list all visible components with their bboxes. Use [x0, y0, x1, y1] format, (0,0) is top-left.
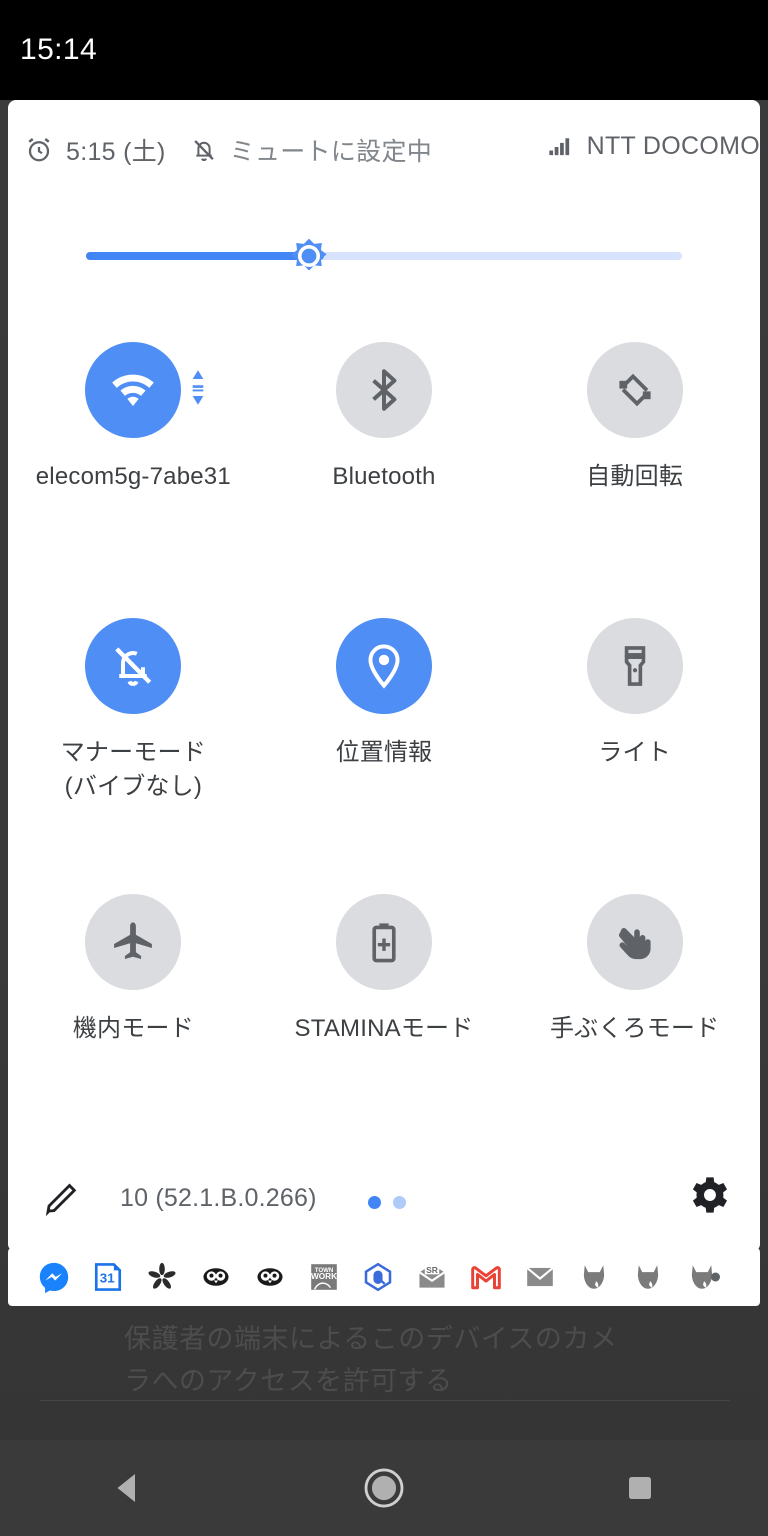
gmail-icon[interactable]	[468, 1259, 504, 1295]
overflow-dot-icon[interactable]	[711, 1272, 720, 1282]
tile-flashlight[interactable]: ライト	[509, 600, 760, 876]
svg-text:WORK: WORK	[311, 1272, 337, 1281]
tile-row: 機内モード STAMINAモード 手ぶくろモード	[8, 876, 760, 1152]
tile-airplane-mode[interactable]: 機内モード	[8, 876, 259, 1152]
penguin-icon[interactable]	[198, 1259, 234, 1295]
tile-row: マナーモード (バイブなし) 位置情報 ライト	[8, 600, 760, 876]
bell-slash-icon	[190, 136, 218, 164]
bluetooth-icon	[372, 369, 397, 411]
battery-plus-icon	[372, 923, 396, 963]
airplane-icon	[114, 922, 153, 959]
page-indicator-dots	[368, 1196, 406, 1209]
brightness-row	[8, 200, 760, 320]
recents-square-icon[interactable]	[580, 1440, 700, 1536]
tile-circle[interactable]	[85, 342, 204, 438]
tile-label: 機内モード	[72, 1015, 194, 1042]
bell-slash-icon	[115, 647, 152, 686]
cat-icon[interactable]	[576, 1259, 612, 1295]
carrier-label: NTT DOCOMO	[586, 132, 760, 160]
quick-settings-panel: 5:15 (土) ミュートに設定中 NTT DOCOMO elecom5g-7a…	[8, 100, 760, 1252]
cat-icon[interactable]	[630, 1259, 666, 1295]
tile-label: 位置情報	[335, 739, 433, 766]
quick-settings-tile-grid: elecom5g-7abe31 Bluetooth 自動回転 マナーモード (バ…	[8, 324, 760, 1144]
pinwheel-icon[interactable]	[144, 1259, 180, 1295]
tile-row: elecom5g-7abe31 Bluetooth 自動回転	[8, 324, 760, 600]
tray-icon-list: 31 TOWN WORK SR	[8, 1259, 720, 1295]
tile-location[interactable]: 位置情報	[259, 600, 510, 876]
backdrop-permission-text: 保護者の端末によるこのデバイスのカメラへのアクセスを許可する	[124, 1324, 618, 1396]
location-pin-icon	[368, 644, 400, 689]
pencil-edit-icon[interactable]	[42, 1178, 82, 1223]
auto-rotate-icon	[619, 373, 651, 407]
tile-circle[interactable]	[85, 894, 182, 990]
quick-settings-header: 5:15 (土) ミュートに設定中 NTT DOCOMO	[8, 100, 760, 200]
back-triangle-icon[interactable]	[68, 1440, 188, 1536]
tile-label: elecom5g-7abe31	[35, 463, 231, 490]
notification-icon-tray[interactable]: 31 TOWN WORK SR	[8, 1248, 760, 1306]
tile-label: Bluetooth	[332, 463, 436, 490]
svg-text:SR: SR	[426, 1265, 438, 1275]
messenger-icon[interactable]	[36, 1259, 72, 1295]
flashlight-icon	[624, 646, 645, 686]
build-version-label: 10 (52.1.B.0.266)	[120, 1184, 317, 1212]
ringer-status-label: ミュートに設定中	[229, 138, 433, 166]
tile-circle[interactable]	[335, 894, 432, 990]
tile-auto-rotate[interactable]: 自動回転	[509, 324, 760, 600]
wifi-icon	[112, 374, 155, 407]
tile-label: STAMINAモード	[294, 1015, 474, 1042]
gear-icon[interactable]	[686, 1172, 732, 1223]
tile-circle[interactable]	[335, 618, 432, 714]
tile-circle[interactable]	[586, 894, 683, 990]
status-bar-clock: 15:14	[20, 33, 98, 66]
brightness-sun-icon[interactable]	[282, 229, 336, 283]
home-circle-icon[interactable]	[324, 1440, 444, 1536]
envelope-icon[interactable]	[522, 1259, 558, 1295]
svg-text:31: 31	[100, 1271, 115, 1286]
tile-circle[interactable]	[586, 342, 683, 438]
tile-wifi[interactable]: elecom5g-7abe31	[8, 324, 259, 600]
tile-circle[interactable]	[85, 618, 182, 714]
tile-label: マナーモード (バイブなし)	[60, 739, 206, 800]
wifi-expand-chevron-icon[interactable]	[187, 366, 209, 415]
tile-label: 手ぶくろモード	[549, 1015, 720, 1042]
open-mail-icon[interactable]: SR	[414, 1259, 450, 1295]
page-dot-inactive[interactable]	[393, 1196, 406, 1209]
tile-silent-mode[interactable]: マナーモード (バイブなし)	[8, 600, 259, 876]
penguin-icon[interactable]	[252, 1259, 288, 1295]
brightness-slider[interactable]	[86, 252, 682, 260]
tile-label: ライト	[598, 739, 671, 766]
tile-circle[interactable]	[335, 342, 432, 438]
pentagon-home-icon[interactable]	[360, 1259, 396, 1295]
navigation-bar	[0, 1440, 768, 1536]
signal-bars-icon	[547, 133, 575, 161]
glove-hand-icon	[618, 927, 651, 960]
tile-circle[interactable]	[586, 618, 683, 714]
status-bar: 15:14	[0, 0, 768, 100]
quick-settings-footer: 10 (52.1.B.0.266)	[8, 1144, 760, 1252]
tile-label: 自動回転	[586, 463, 684, 490]
townwork-icon[interactable]: TOWN WORK	[306, 1259, 342, 1295]
alarm-time-label: 5:15 (土)	[66, 138, 166, 166]
alarm-clock-icon	[24, 135, 54, 165]
tile-glove-mode[interactable]: 手ぶくろモード	[509, 876, 760, 1152]
page-dot-active[interactable]	[368, 1196, 381, 1209]
calendar-31-icon[interactable]: 31	[90, 1259, 126, 1295]
tile-stamina-mode[interactable]: STAMINAモード	[259, 876, 510, 1152]
tile-bluetooth[interactable]: Bluetooth	[259, 324, 510, 600]
